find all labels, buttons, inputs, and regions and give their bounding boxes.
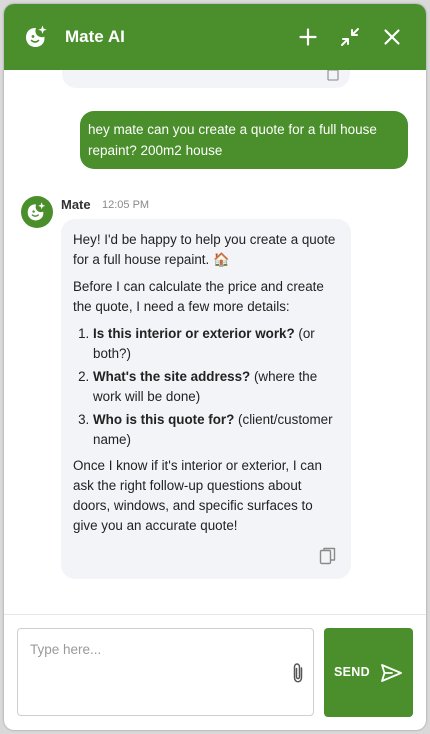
collapse-icon[interactable]: [338, 25, 362, 49]
copy-icon[interactable]: [326, 70, 340, 84]
send-button[interactable]: SEND: [324, 628, 413, 717]
question-bold: Is this interior or exterior work?: [93, 326, 295, 341]
composer-divider: [4, 614, 426, 615]
new-chat-plus-icon[interactable]: [296, 25, 320, 49]
close-icon[interactable]: [380, 25, 404, 49]
user-message-text: hey mate can you create a quote for a fu…: [88, 122, 377, 158]
send-arrow-icon: [381, 664, 402, 682]
list-item: Is this interior or exterior work? (or b…: [93, 324, 339, 364]
bot-avatar: [21, 196, 53, 228]
sparkle-face-logo-icon: [26, 25, 47, 47]
user-message-bubble: hey mate can you create a quote for a fu…: [80, 111, 408, 169]
question-list: Is this interior or exterior work? (or b…: [73, 324, 339, 450]
bot-lead-text: Before I can calculate the price and cre…: [73, 279, 324, 314]
header: Mate AI: [4, 4, 426, 70]
bot-intro-text: Hey! I'd be happy to help you create a q…: [73, 232, 336, 267]
previous-message-bubble: [62, 70, 350, 88]
chat-window: Mate AI hey mate can you create a quote …: [4, 4, 426, 730]
question-bold: Who is this quote for?: [93, 412, 235, 427]
send-button-label: SEND: [334, 665, 370, 679]
list-item: Who is this quote for? (client/customer …: [93, 410, 339, 450]
message-input[interactable]: [18, 629, 278, 715]
message-input-box: [17, 628, 314, 716]
message-timestamp: 12:05 PM: [102, 199, 150, 211]
bot-message-bubble: Hey! I'd be happy to help you create a q…: [61, 219, 351, 579]
app-title: Mate AI: [65, 27, 125, 46]
list-item: What's the site address? (where the work…: [93, 367, 339, 407]
bot-sender-name: Mate: [61, 197, 91, 212]
question-bold: What's the site address?: [93, 369, 251, 384]
sparkle-face-avatar-icon: [27, 202, 46, 221]
message-list[interactable]: hey mate can you create a quote for a fu…: [4, 70, 426, 614]
copy-icon[interactable]: [319, 547, 337, 565]
bot-outro-text: Once I know if it's interior or exterior…: [73, 458, 322, 533]
paperclip-icon[interactable]: [289, 662, 307, 684]
